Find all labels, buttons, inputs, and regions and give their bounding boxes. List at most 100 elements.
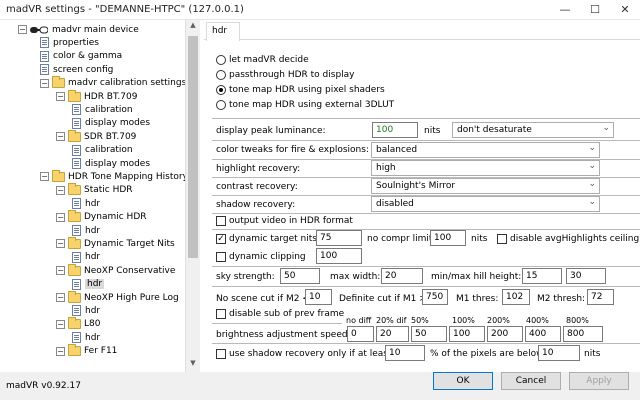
tree-item[interactable]: properties <box>40 36 99 49</box>
disable-sub-prev-frame-checkbox[interactable]: disable sub of prev frame <box>216 307 344 321</box>
speed-header: 20% dif <box>376 316 407 325</box>
apply-button[interactable]: Apply <box>569 372 629 390</box>
radio-circle[interactable] <box>216 69 226 80</box>
peak-luminance-input[interactable]: 100 <box>372 122 418 138</box>
speed-input[interactable]: 400 <box>525 326 561 342</box>
speed-input[interactable]: 20 <box>376 326 409 342</box>
tree-item[interactable]: display modes <box>72 157 150 170</box>
collapse-toggle-icon[interactable]: − <box>40 172 49 182</box>
cancel-button[interactable]: Cancel <box>501 372 561 390</box>
color-tweaks-dropdown[interactable]: balanced ⌄ <box>371 142 600 158</box>
collapse-toggle-icon[interactable]: − <box>56 92 65 101</box>
tree-item-label: Static HDR <box>84 185 133 196</box>
page-icon <box>72 251 81 263</box>
checkbox-box[interactable] <box>216 252 226 262</box>
tree-item[interactable]: − Dynamic Target Nits <box>56 236 175 250</box>
shadow-recovery-dropdown[interactable]: disabled ⌄ <box>371 196 600 212</box>
radio-circle[interactable] <box>216 84 226 95</box>
close-button[interactable]: ✕ <box>610 0 640 20</box>
scene-cut-input[interactable]: 10 <box>305 289 332 305</box>
tree-item[interactable]: calibration <box>72 103 133 116</box>
speed-input[interactable]: 0 <box>347 326 374 342</box>
tab-hdr[interactable]: hdr <box>206 22 240 41</box>
tree-item[interactable]: − Dynamic HDR <box>56 210 147 224</box>
collapse-toggle-icon[interactable]: − <box>56 319 65 329</box>
max-width-input[interactable]: 20 <box>381 268 423 284</box>
collapse-toggle-icon[interactable]: − <box>40 78 49 88</box>
checkbox-box[interactable] <box>497 234 507 244</box>
settings-tree[interactable]: − madvr main device properties color & gamm… <box>0 20 200 372</box>
scroll-down-arrow-icon[interactable]: ▼ <box>188 359 198 371</box>
shadow-limit-nits-input[interactable]: 10 <box>538 345 580 361</box>
dynamic-clipping-checkbox[interactable]: dynamic clipping <box>216 250 306 264</box>
tree-item[interactable]: calibration <box>72 144 133 157</box>
tree-item[interactable]: hdr <box>72 197 100 210</box>
tree-item[interactable]: hdr <box>72 331 100 344</box>
ok-button[interactable]: OK <box>433 372 493 390</box>
radio-passthrough[interactable]: passthrough HDR to display <box>216 68 355 81</box>
collapse-toggle-icon[interactable]: − <box>56 239 65 249</box>
output-hdr-checkbox[interactable]: output video in HDR format <box>216 214 353 228</box>
speed-input[interactable]: 50 <box>411 326 447 342</box>
hill-max-input[interactable]: 30 <box>566 268 606 284</box>
speed-input[interactable]: 100 <box>449 326 485 342</box>
tree-item[interactable]: − HDR Tone Mapping History <box>40 169 188 183</box>
contrast-recovery-dropdown[interactable]: Soulnight's Mirror ⌄ <box>371 178 600 194</box>
chevron-down-icon: ⌄ <box>588 197 596 207</box>
tree-scrollbar[interactable]: ▲ ▼ <box>185 20 200 372</box>
checkbox-box[interactable] <box>216 216 226 226</box>
dynamic-target-nits-input[interactable]: 75 <box>316 230 362 246</box>
tree-item[interactable]: screen config <box>40 63 113 76</box>
tree-item[interactable]: hdr <box>72 224 100 237</box>
collapse-toggle-icon[interactable]: − <box>56 132 65 142</box>
desaturate-dropdown[interactable]: don't desaturate ⌄ <box>452 122 614 138</box>
hill-min-input[interactable]: 15 <box>522 268 562 284</box>
divider <box>212 343 640 344</box>
tree-item[interactable]: − Fer F11 <box>56 344 117 358</box>
tree-item[interactable]: hdr <box>72 304 100 317</box>
checkbox-box[interactable] <box>216 309 226 319</box>
shadow-recovery-limit-checkbox[interactable]: use shadow recovery only if at least: <box>216 347 395 361</box>
minimize-button[interactable]: — <box>550 0 580 20</box>
m2-thresh-input[interactable]: 72 <box>587 289 614 305</box>
collapse-toggle-icon[interactable]: − <box>18 25 27 34</box>
definite-cut-input[interactable]: 750 <box>422 289 448 305</box>
tree-item[interactable]: − NeoXP Conservative <box>56 263 175 277</box>
tree-item[interactable]: − Static HDR <box>56 183 133 197</box>
tree-item[interactable]: − SDR BT.709 <box>56 129 136 143</box>
dynamic-target-nits-checkbox[interactable]: ✓ dynamic target nits <box>216 232 317 246</box>
tree-item[interactable]: − L80 <box>56 317 100 331</box>
radio-let-madvr-decide[interactable]: let madVR decide <box>216 53 309 66</box>
tree-item[interactable]: − madvr main device <box>18 23 139 36</box>
highlight-recovery-dropdown[interactable]: high ⌄ <box>371 160 600 176</box>
collapse-toggle-icon[interactable]: − <box>56 185 65 195</box>
scrollbar-thumb[interactable] <box>188 36 198 258</box>
sky-strength-input[interactable]: 50 <box>280 268 320 284</box>
shadow-limit-percent-input[interactable]: 10 <box>385 345 425 361</box>
tree-item[interactable]: − HDR BT.709 <box>56 89 137 103</box>
tree-item[interactable]: hdr <box>72 278 105 291</box>
collapse-toggle-icon[interactable]: − <box>56 346 65 356</box>
scroll-up-arrow-icon[interactable]: ▲ <box>188 21 198 33</box>
checkbox-box[interactable] <box>216 349 226 359</box>
compr-limit-input[interactable]: 100 <box>430 230 466 246</box>
tree-item[interactable]: display modes <box>72 117 150 130</box>
dynamic-clipping-input[interactable]: 100 <box>316 248 362 264</box>
tree-item[interactable]: − NeoXP High Pure Log <box>56 290 179 304</box>
collapse-toggle-icon[interactable]: − <box>56 212 65 222</box>
radio-external-3dlut[interactable]: tone map HDR using external 3DLUT <box>216 98 394 111</box>
radio-pixel-shaders[interactable]: tone map HDR using pixel shaders <box>216 83 385 96</box>
speed-input[interactable]: 800 <box>563 326 603 342</box>
collapse-toggle-icon[interactable]: − <box>56 293 65 302</box>
disable-avghighlights-checkbox[interactable]: disable avgHighlights ceiling <box>497 232 639 246</box>
collapse-toggle-icon[interactable]: − <box>56 266 65 276</box>
checkbox-box[interactable]: ✓ <box>216 234 226 244</box>
tree-item[interactable]: hdr <box>72 251 100 264</box>
speed-input[interactable]: 200 <box>487 326 523 342</box>
tree-item[interactable]: color & gamma <box>40 50 122 63</box>
maximize-button[interactable]: ☐ <box>580 0 610 20</box>
radio-circle[interactable] <box>216 54 226 65</box>
radio-circle[interactable] <box>216 99 226 110</box>
tree-item[interactable]: − madvr calibration settings <box>40 76 186 90</box>
m1-thres-input[interactable]: 102 <box>502 289 530 305</box>
